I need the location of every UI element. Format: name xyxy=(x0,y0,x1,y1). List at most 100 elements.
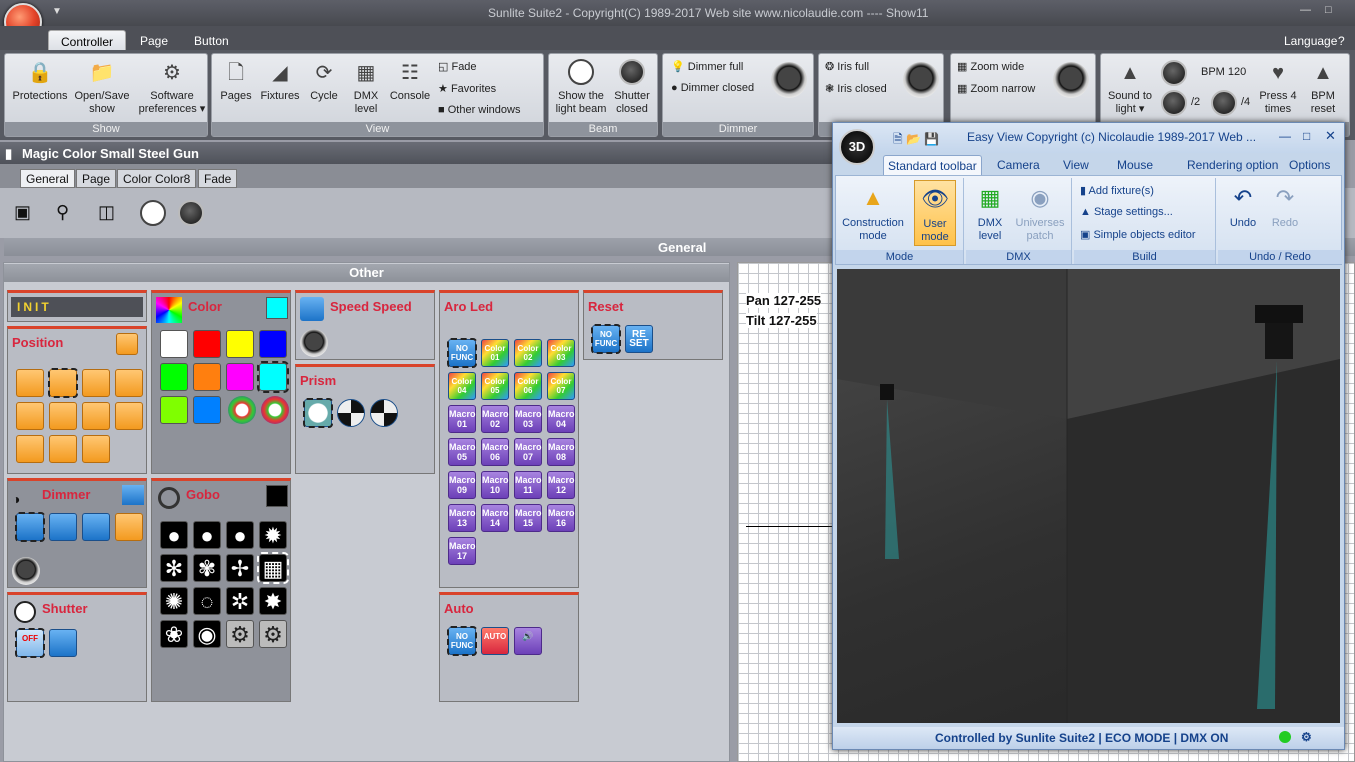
search-icon[interactable]: ⚲ xyxy=(56,202,69,223)
color-swatch-button[interactable] xyxy=(160,330,188,358)
aroled-button[interactable]: Macro 07 xyxy=(514,438,542,466)
prism-rotate-button[interactable] xyxy=(370,399,398,427)
tab-camera[interactable]: Camera xyxy=(993,155,1044,175)
reset-nofunc-button[interactable]: NO FUNC xyxy=(591,324,621,354)
gobo-button[interactable]: ⚙ xyxy=(226,620,254,648)
color-swatch-button[interactable] xyxy=(226,363,254,391)
easyview-qat-icons[interactable]: 🗎 📂 💾 xyxy=(893,130,939,151)
aroled-button[interactable]: Macro 02 xyxy=(481,405,509,433)
dimmer-2-button[interactable] xyxy=(49,513,77,541)
gobo-button[interactable]: ● xyxy=(160,521,188,549)
bpm-div2-button[interactable] xyxy=(1161,90,1187,116)
user-mode-button[interactable]: 👁 User mode xyxy=(914,180,956,246)
init-button[interactable]: INIT xyxy=(11,297,143,317)
aroled-button[interactable]: Macro 09 xyxy=(448,471,476,499)
zoom-knob[interactable] xyxy=(1053,62,1089,98)
aroled-button[interactable]: Macro 08 xyxy=(547,438,575,466)
ev-minimize-icon[interactable]: — xyxy=(1279,129,1291,143)
fixtures-button[interactable]: ◢ Fixtures xyxy=(258,57,302,103)
minimize-icon[interactable]: — xyxy=(1300,4,1311,16)
position-center-button[interactable] xyxy=(48,368,78,398)
tab-view[interactable]: View xyxy=(1059,155,1093,175)
sound-to-light-button[interactable]: ▲ Sound to light ▾ xyxy=(1103,57,1157,116)
settings-icon[interactable]: ⚙ xyxy=(1301,730,1312,744)
aroled-button[interactable]: Color 05 xyxy=(481,372,509,400)
ev-dmx-level-button[interactable]: ▦ DMX level xyxy=(972,182,1008,243)
prism-open-button[interactable] xyxy=(303,398,333,428)
gobo-button[interactable]: ✾ xyxy=(193,554,221,582)
aroled-button[interactable]: Macro 13 xyxy=(448,504,476,532)
aroled-button[interactable]: Macro 06 xyxy=(481,438,509,466)
gobo-button[interactable]: ◉ xyxy=(193,620,221,648)
gobo-button[interactable]: ✸ xyxy=(259,587,287,615)
shutter-off-button[interactable]: OFF xyxy=(15,628,45,658)
gobo-button[interactable]: ✢ xyxy=(226,554,254,582)
shutter-closed-button[interactable]: Shutter closed xyxy=(609,57,655,116)
console-button[interactable]: ☷ Console xyxy=(388,57,432,103)
add-fixtures-button[interactable]: ▮ Add fixture(s) xyxy=(1080,184,1154,197)
position-zigzag-button[interactable] xyxy=(115,402,143,430)
gobo-button[interactable]: ✹ xyxy=(259,521,287,549)
color-swatch-button[interactable] xyxy=(193,396,221,424)
tab-mouse[interactable]: Mouse xyxy=(1113,155,1157,175)
color-swatch-button[interactable] xyxy=(193,330,221,358)
dimmer-knob[interactable] xyxy=(771,62,807,98)
aroled-button[interactable]: Macro 17 xyxy=(448,537,476,565)
aroled-button[interactable]: Macro 10 xyxy=(481,471,509,499)
universes-patch-button[interactable]: ◉ Universes patch xyxy=(1012,182,1068,243)
light-on-button[interactable] xyxy=(140,200,166,226)
dmx-level-button[interactable]: ▦ DMX level xyxy=(348,57,384,116)
other-windows-button[interactable]: ■ Other windows xyxy=(438,104,520,116)
tab-rendering-option[interactable]: Rendering option xyxy=(1183,155,1282,175)
shutter-strobe-button[interactable] xyxy=(49,629,77,657)
tab-page[interactable]: Page xyxy=(128,30,180,50)
position-double-vertical-button[interactable] xyxy=(49,435,77,463)
position-horizontal-button[interactable] xyxy=(82,402,110,430)
iris-closed-button[interactable]: ❃ Iris closed xyxy=(825,82,887,95)
dimmer-1-button[interactable] xyxy=(15,512,45,542)
position-circle-button[interactable] xyxy=(16,369,44,397)
show-light-beam-button[interactable]: Show the light beam xyxy=(553,57,609,116)
sound-button[interactable]: 🔊 xyxy=(514,627,542,655)
auto-nofunc-button[interactable]: NO FUNC xyxy=(447,626,477,656)
color-swatch-button[interactable] xyxy=(257,361,289,393)
protections-button[interactable]: 🔒 Protections xyxy=(9,57,71,103)
tab-general[interactable]: General xyxy=(20,169,75,188)
position-s-button[interactable] xyxy=(115,369,143,397)
stage-settings-button[interactable]: ▲ Stage settings... xyxy=(1080,206,1173,218)
bpm-up-button[interactable] xyxy=(1161,60,1187,86)
speed-knob[interactable] xyxy=(300,329,328,357)
simple-objects-editor-button[interactable]: ▣ Simple objects editor xyxy=(1080,228,1196,241)
position-loops-button[interactable] xyxy=(82,369,110,397)
gobo-button[interactable]: ● xyxy=(193,521,221,549)
tab-button[interactable]: Button xyxy=(182,30,241,50)
undo-button[interactable]: ↶ Undo xyxy=(1224,182,1262,230)
ev-maximize-icon[interactable]: □ xyxy=(1303,129,1310,143)
favorites-button[interactable]: ★ Favorites xyxy=(438,82,496,95)
aroled-button[interactable]: Color 07 xyxy=(547,372,575,400)
aroled-button[interactable]: Macro 15 xyxy=(514,504,542,532)
gobo-button[interactable]: ❀ xyxy=(160,620,188,648)
zoom-wide-button[interactable]: ▦ Zoom wide xyxy=(957,60,1024,73)
pages-button[interactable]: 🗋 Pages xyxy=(218,57,254,103)
aroled-button[interactable]: Macro 01 xyxy=(448,405,476,433)
press-4-times-button[interactable]: ♥ Press 4 times xyxy=(1255,57,1301,116)
fade-button[interactable]: ◱ Fade xyxy=(438,60,477,73)
open-save-button[interactable]: 📁 Open/Save show xyxy=(71,57,133,116)
position-eight-button[interactable] xyxy=(49,402,77,430)
prism-3-button[interactable] xyxy=(337,399,365,427)
tab-controller[interactable]: Controller xyxy=(48,30,127,50)
aroled-button[interactable]: Macro 05 xyxy=(448,438,476,466)
iris-full-button[interactable]: ❂ Iris full xyxy=(825,60,869,73)
aroled-button[interactable]: Macro 11 xyxy=(514,471,542,499)
dimmer-closed-button[interactable]: ● Dimmer closed xyxy=(671,82,754,94)
cycle-button[interactable]: ⟳ Cycle xyxy=(306,57,342,103)
tab-page[interactable]: Page xyxy=(76,169,117,188)
tab-color-color8[interactable]: Color Color8 xyxy=(117,169,197,188)
gobo-button[interactable]: ▦ xyxy=(257,552,289,584)
light-off-button[interactable] xyxy=(178,200,204,226)
aroled-button[interactable]: Macro 12 xyxy=(547,471,575,499)
dimmer-4-button[interactable] xyxy=(115,513,143,541)
color-swatch-button[interactable] xyxy=(226,330,254,358)
aroled-button[interactable]: Color 06 xyxy=(514,372,542,400)
